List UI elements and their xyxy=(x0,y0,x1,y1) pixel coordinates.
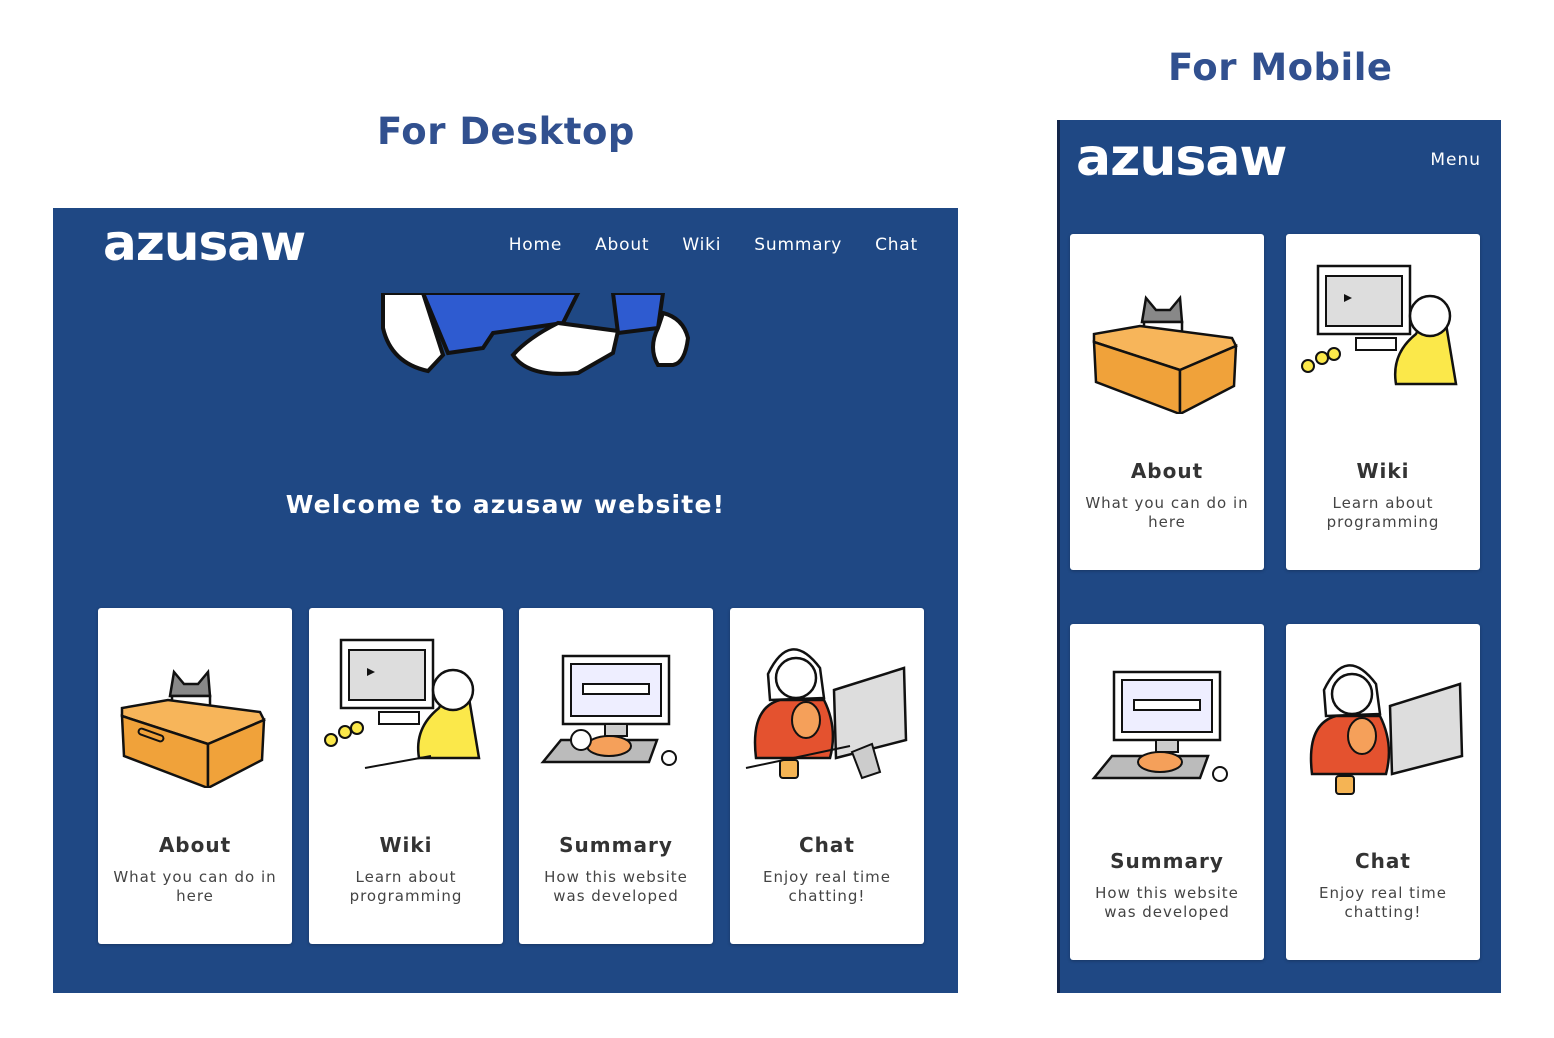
nav-home-link[interactable]: Home xyxy=(509,235,562,255)
nav-about-link[interactable]: About xyxy=(595,235,649,255)
card-chat[interactable]: Chat Enjoy real time chatting! xyxy=(1286,624,1480,960)
main-nav: Home About Wiki Summary Chat xyxy=(509,235,918,255)
person-at-computer-icon xyxy=(1301,264,1458,386)
cat-on-keyboard-icon xyxy=(1091,670,1228,782)
card-about[interactable]: About What you can do in here xyxy=(98,608,292,944)
mobile-section-heading: For Mobile xyxy=(1168,46,1393,89)
cat-in-box-icon xyxy=(1092,294,1238,414)
site-logo[interactable]: azusaw xyxy=(1076,128,1287,188)
card-title: Summary xyxy=(1110,849,1224,873)
card-description: Enjoy real time chatting! xyxy=(762,868,892,905)
card-title: Chat xyxy=(1355,849,1411,873)
card-chat[interactable]: Chat Enjoy real time chatting! xyxy=(730,608,924,944)
cat-on-keyboard-icon xyxy=(540,654,677,766)
card-wiki[interactable]: Wiki Learn about programming xyxy=(309,608,503,944)
card-description: How this website was developed xyxy=(544,868,688,905)
card-description: How this website was developed xyxy=(1095,884,1239,921)
card-summary[interactable]: Summary How this website was developed xyxy=(1070,624,1264,960)
desktop-section-heading: For Desktop xyxy=(377,110,635,153)
nav-chat-link[interactable]: Chat xyxy=(875,235,918,255)
desktop-mockup: azusaw Home About Wiki Summary Chat Welc… xyxy=(53,208,958,993)
nav-wiki-link[interactable]: Wiki xyxy=(682,235,721,255)
menu-button[interactable]: Menu xyxy=(1430,150,1481,170)
card-about[interactable]: About What you can do in here xyxy=(1070,234,1264,570)
person-at-computer-icon xyxy=(324,638,481,769)
mobile-mockup: azusaw Menu About What you can do in her… xyxy=(1057,120,1501,993)
nav-summary-link[interactable]: Summary xyxy=(754,235,842,255)
site-logo[interactable]: azusaw xyxy=(103,214,306,272)
cat-in-box-icon xyxy=(120,668,266,788)
card-description: Enjoy real time chatting! xyxy=(1318,884,1448,921)
card-title: Summary xyxy=(559,833,673,857)
card-title: Wiki xyxy=(1356,459,1410,483)
card-title: Wiki xyxy=(379,833,433,857)
hero-sneakers-illustration xyxy=(381,293,691,376)
card-title: About xyxy=(1130,459,1204,483)
card-description: What you can do in here xyxy=(1085,494,1249,531)
card-summary[interactable]: Summary How this website was developed xyxy=(519,608,713,944)
person-holding-cat-icon xyxy=(745,648,908,780)
card-title: About xyxy=(158,833,232,857)
person-holding-cat-icon xyxy=(1309,664,1464,795)
card-wiki[interactable]: Wiki Learn about programming xyxy=(1286,234,1480,570)
card-description: What you can do in here xyxy=(113,868,277,905)
card-description: Learn about programming xyxy=(1326,494,1440,531)
card-description: Learn about programming xyxy=(349,868,463,905)
card-title: Chat xyxy=(799,833,855,857)
welcome-text: Welcome to azusaw website! xyxy=(285,490,726,519)
